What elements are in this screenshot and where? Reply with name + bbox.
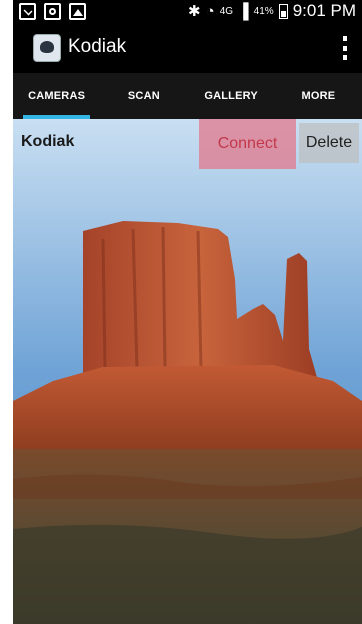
battery-percent: 41% [253, 5, 274, 17]
status-bar: ✱ ◔ 4G ▐ 41% 9:01 PM [13, 0, 362, 26]
tab-gallery[interactable]: GALLERY [188, 73, 275, 119]
tab-cameras[interactable]: CAMERAS [13, 73, 100, 119]
battery-icon [278, 3, 288, 19]
phone-screen: ✱ ◔ 4G ▐ 41% 9:01 PM Kodiak CAMERAS SCAN… [13, 0, 362, 624]
app-logo-icon[interactable] [33, 34, 61, 62]
bluetooth-icon: ✱ [188, 3, 201, 20]
camera-view: Kodiak Connect Delete [13, 119, 362, 624]
app-title: Kodiak [68, 36, 127, 57]
overflow-menu-icon[interactable] [342, 36, 348, 60]
camera-name: Kodiak [21, 133, 75, 150]
camera-preview-image [13, 119, 362, 624]
clock: 9:01 PM [292, 1, 356, 20]
image-notification-icon [69, 3, 86, 20]
mail-notification-icon [19, 3, 36, 20]
connect-button[interactable]: Connect [199, 119, 296, 169]
camera-notification-icon [44, 3, 61, 20]
delete-button[interactable]: Delete [299, 123, 359, 163]
camera-header-row: Kodiak Connect Delete [13, 119, 362, 169]
action-bar: Kodiak [13, 26, 362, 73]
tab-scan[interactable]: SCAN [100, 73, 187, 119]
tab-more[interactable]: MORE [275, 73, 362, 119]
wifi-icon: ◔ [205, 2, 215, 20]
signal-icon: ▐ [238, 2, 249, 20]
tab-bar: CAMERAS SCAN GALLERY MORE [13, 73, 362, 119]
network-type: 4G [219, 5, 234, 17]
